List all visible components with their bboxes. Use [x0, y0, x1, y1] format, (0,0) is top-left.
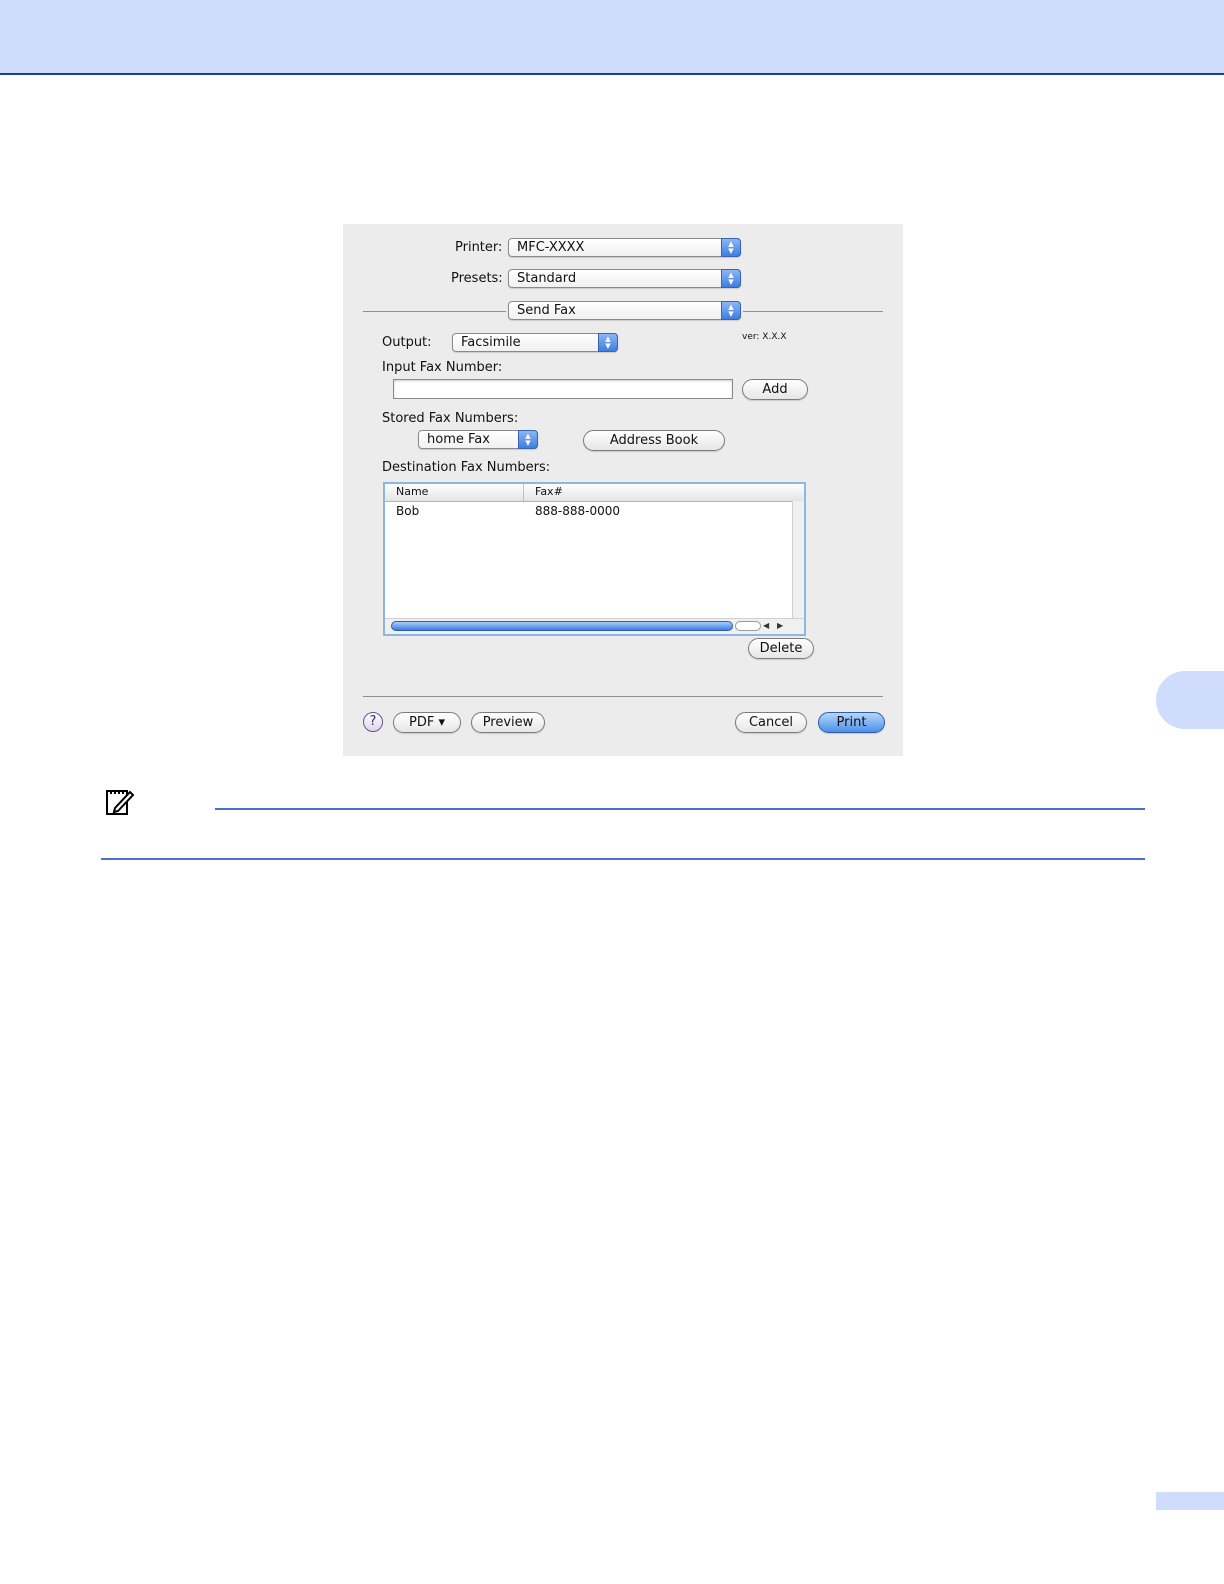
note-pencil-icon [105, 786, 135, 816]
popup-arrows-icon: ▲ ▼ [721, 301, 741, 320]
scroll-right-icon[interactable]: ▶ [777, 621, 783, 630]
cancel-button[interactable]: Cancel [735, 712, 807, 733]
presets-label: Presets: [451, 271, 503, 286]
scroll-track-end [735, 621, 761, 631]
vertical-scrollbar[interactable] [792, 501, 804, 621]
printer-label: Printer: [455, 240, 503, 255]
panel-divider-left [363, 311, 506, 312]
page-header-band [0, 0, 1224, 75]
help-icon[interactable]: ? [363, 712, 383, 732]
version-text: ver: X.X.X [742, 332, 787, 342]
popup-arrows-icon: ▲ ▼ [598, 333, 618, 352]
pdf-button[interactable]: PDF ▾ [393, 712, 461, 733]
page-number-tab [1156, 1492, 1224, 1510]
popup-arrows-icon: ▲ ▼ [518, 430, 538, 449]
delete-button[interactable]: Delete [748, 638, 814, 659]
footer-divider [363, 696, 883, 697]
destination-label: Destination Fax Numbers: [382, 460, 551, 475]
popup-arrows-icon: ▲ ▼ [721, 269, 741, 288]
output-popup[interactable]: Facsimile ▲ ▼ [452, 333, 618, 352]
output-value: Facsimile [461, 335, 521, 350]
panel-divider-right [743, 311, 883, 312]
print-button[interactable]: Print [818, 712, 885, 733]
table-row[interactable]: Bob 888-888-0000 [385, 503, 804, 521]
output-label: Output: [382, 335, 432, 350]
stored-fax-value: home Fax [427, 432, 490, 447]
table-header: Name Fax# [385, 484, 804, 502]
stored-fax-label: Stored Fax Numbers: [382, 411, 519, 426]
note-top-rule [215, 808, 1145, 810]
print-dialog: Printer: MFC-XXXX ▲ ▼ Presets: Standard ▲… [343, 224, 903, 756]
note-bottom-rule [101, 858, 1145, 860]
column-separator [523, 484, 524, 501]
presets-value: Standard [517, 271, 577, 286]
destination-table[interactable]: Name Fax# Bob 888-888-0000 ◀ ▶ [383, 482, 806, 636]
input-fax-field[interactable] [393, 379, 733, 399]
preview-button[interactable]: Preview [471, 712, 545, 733]
row-fax: 888-888-0000 [535, 504, 621, 518]
address-book-button[interactable]: Address Book [583, 430, 725, 451]
column-header-fax[interactable]: Fax# [535, 485, 563, 498]
printer-value: MFC-XXXX [517, 240, 585, 255]
presets-popup[interactable]: Standard ▲ ▼ [508, 269, 741, 288]
input-fax-label: Input Fax Number: [382, 360, 503, 375]
popup-arrows-icon: ▲ ▼ [721, 238, 741, 257]
scroll-left-icon[interactable]: ◀ [763, 621, 769, 630]
scroll-thumb[interactable] [391, 621, 733, 631]
horizontal-scrollbar[interactable]: ◀ ▶ [385, 618, 804, 634]
printer-popup[interactable]: MFC-XXXX ▲ ▼ [508, 238, 741, 257]
panel-value: Send Fax [517, 303, 576, 318]
column-header-name[interactable]: Name [396, 485, 428, 498]
stored-fax-popup[interactable]: home Fax ▲ ▼ [418, 430, 538, 449]
add-button[interactable]: Add [742, 379, 808, 400]
row-name: Bob [396, 504, 420, 518]
chapter-tab [1156, 671, 1224, 729]
panel-popup[interactable]: Send Fax ▲ ▼ [508, 301, 741, 320]
